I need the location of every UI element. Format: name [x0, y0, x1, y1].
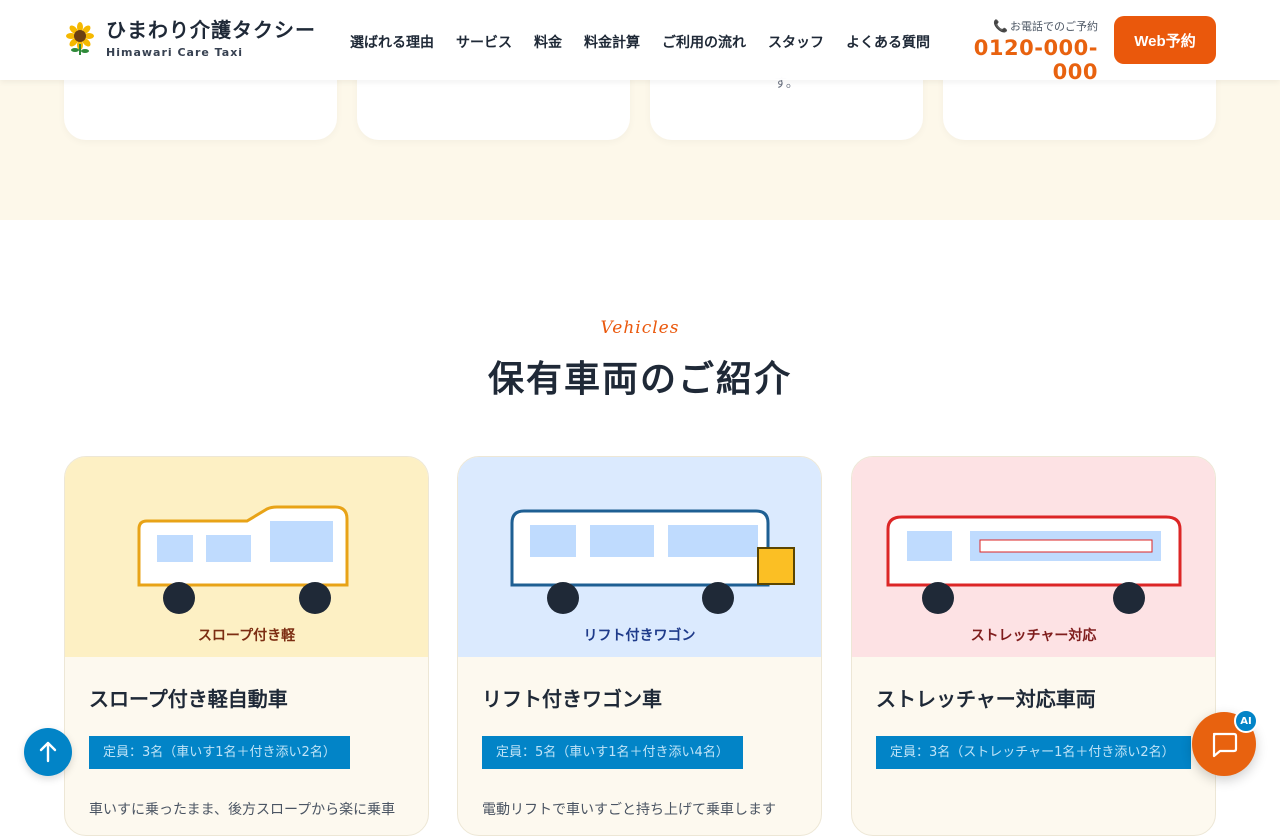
- vehicle-illustration: スロープ付き軽: [65, 457, 428, 657]
- site-header: ひまわり介護タクシー Himawari Care Taxi 選ばれる理由 サービ…: [0, 0, 1280, 84]
- vehicle-description: 車いすに乗ったまま、後方スロープから楽に乗車: [89, 802, 396, 818]
- phone-label: お電話でのご予約: [1010, 20, 1098, 33]
- vehicle-image-label: スロープ付き軽: [197, 628, 296, 644]
- nav-item-pricing[interactable]: 料金: [534, 32, 562, 52]
- arrow-up-icon: [39, 741, 57, 763]
- vehicle-card-slope-kei: スロープ付き軽 スロープ付き軽自動車 定員：3名（車いす1名＋付き添い2名） 車…: [64, 456, 429, 836]
- nav-item-services[interactable]: サービス: [456, 32, 512, 52]
- vehicle-description: 電動リフトで車いすごと持ち上げて乗車します: [482, 802, 776, 818]
- vehicle-card-stretcher: ストレッチャー対応 ストレッチャー対応車両 定員：3名（ストレッチャー1名＋付き…: [851, 456, 1216, 836]
- vehicle-image-label: リフト付きワゴン: [583, 628, 696, 644]
- vehicle-name: リフト付きワゴン車: [482, 687, 662, 711]
- vehicle-image-label: ストレッチャー対応: [970, 628, 1097, 644]
- vehicle-illustration: リフト付きワゴン: [458, 457, 821, 657]
- vehicle-card-lift-wagon: リフト付きワゴン リフト付きワゴン車 定員：5名（車いす1名＋付き添い4名） 電…: [457, 456, 822, 836]
- nav-item-staff[interactable]: スタッフ: [768, 32, 824, 52]
- vehicle-name: スロープ付き軽自動車: [89, 687, 288, 711]
- vehicle-capacity-badge: 定員：3名（車いす1名＋付き添い2名）: [89, 736, 350, 769]
- phone-icon: 📞: [993, 19, 1008, 33]
- vehicle-name: ストレッチャー対応車両: [876, 687, 1096, 711]
- vehicle-capacity-badge: 定員：5名（車いす1名＋付き添い4名）: [482, 736, 743, 769]
- nav-item-faq[interactable]: よくある質問: [846, 32, 930, 52]
- web-reservation-button[interactable]: Web予約: [1114, 16, 1216, 64]
- vehicle-illustration: ストレッチャー対応: [852, 457, 1215, 657]
- phone-contact[interactable]: 📞 お電話でのご予約 0120-000-000: [948, 18, 1098, 84]
- vehicle-capacity-badge: 定員：3名（ストレッチャー1名＋付き添い2名）: [876, 736, 1191, 769]
- chat-bubble-icon: [1212, 732, 1238, 758]
- brand-subtitle: Himawari Care Taxi: [106, 46, 244, 59]
- nav-item-flow[interactable]: ご利用の流れ: [662, 32, 746, 52]
- ai-badge: AI: [1234, 709, 1258, 733]
- site-logo[interactable]: ひまわり介護タクシー Himawari Care Taxi: [64, 18, 316, 59]
- phone-number[interactable]: 0120-000-000: [948, 36, 1098, 84]
- scroll-to-top-button[interactable]: [24, 728, 72, 776]
- nav-item-fare-calculator[interactable]: 料金計算: [584, 32, 640, 52]
- sunflower-icon: [66, 21, 94, 55]
- main-nav: 選ばれる理由 サービス 料金 料金計算 ご利用の流れ スタッフ よくある質問: [350, 32, 930, 52]
- section-eyebrow: Vehicles: [600, 318, 680, 338]
- brand-title: ひまわり介護タクシー: [106, 18, 316, 42]
- nav-item-reasons[interactable]: 選ばれる理由: [350, 32, 434, 52]
- section-heading: 保有車両のご紹介: [487, 358, 792, 400]
